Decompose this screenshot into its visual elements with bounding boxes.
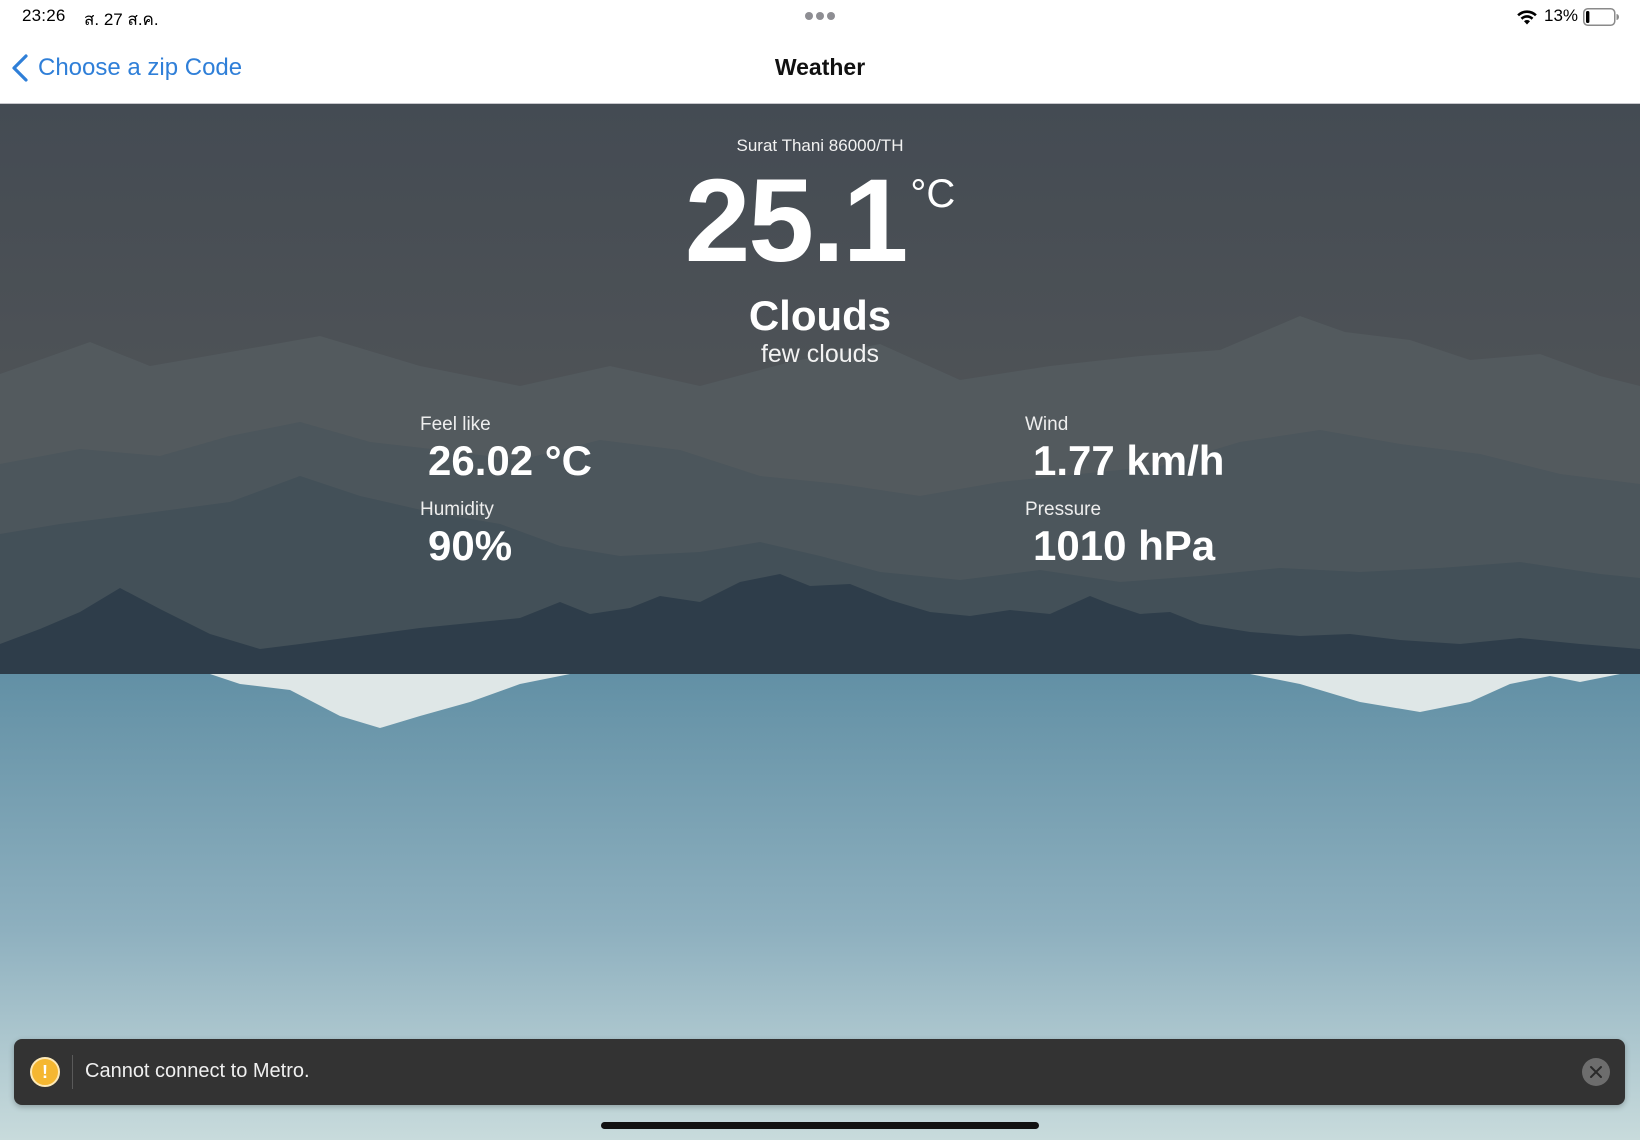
pressure-value: 1010 hPa <box>1033 522 1216 569</box>
weather-panel: Surat Thani 86000/TH 25.1 °C Clouds few c… <box>0 104 1640 674</box>
home-indicator[interactable] <box>601 1122 1039 1129</box>
humidity-metric: Humidity 90% <box>420 499 512 569</box>
temperature-value: 25.1 <box>684 155 909 287</box>
feel-like-metric: Feel like 26.02 °C <box>420 414 592 484</box>
app-screen: 23:26 ส. 27 ส.ค. 13% Choose a zip Code W… <box>0 0 1640 1140</box>
status-time: 23:26 <box>22 6 66 25</box>
wifi-icon <box>1517 10 1537 25</box>
weather-description: few clouds <box>760 340 880 368</box>
close-icon <box>1590 1066 1602 1078</box>
temperature-unit: °C <box>910 172 956 216</box>
temperature-display: 25.1 °C <box>0 162 1640 280</box>
status-date: ส. 27 ส.ค. <box>84 10 159 29</box>
toast-divider <box>72 1055 73 1089</box>
status-bar: 23:26 ส. 27 ส.ค. 13% <box>0 0 1640 34</box>
warning-icon: ! <box>30 1057 60 1087</box>
feel-like-label: Feel like <box>420 414 491 435</box>
toast-message: Cannot connect to Metro. <box>85 1060 310 1082</box>
pressure-label: Pressure <box>1025 499 1102 520</box>
multitask-dots-icon[interactable] <box>805 12 835 22</box>
feel-like-value: 26.02 °C <box>428 437 592 484</box>
weather-scene: Surat Thani 86000/TH 25.1 °C Clouds few c… <box>0 104 1640 1140</box>
toast-close-button[interactable] <box>1582 1058 1610 1086</box>
wind-value: 1.77 km/h <box>1033 437 1225 484</box>
page-title: Weather <box>774 54 866 80</box>
navigation-bar: Choose a zip Code Weather <box>0 34 1640 104</box>
humidity-value: 90% <box>428 522 513 569</box>
weather-condition: Clouds <box>748 292 892 339</box>
error-toast[interactable]: ! Cannot connect to Metro. <box>14 1039 1625 1105</box>
location-label: Surat Thani 86000/TH <box>736 136 904 155</box>
pressure-metric: Pressure 1010 hPa <box>1025 499 1215 569</box>
wind-label: Wind <box>1025 414 1069 435</box>
humidity-label: Humidity <box>420 499 494 520</box>
wind-metric: Wind 1.77 km/h <box>1025 414 1224 484</box>
battery-icon <box>1583 8 1619 26</box>
battery-percent: 13% <box>1544 6 1579 25</box>
